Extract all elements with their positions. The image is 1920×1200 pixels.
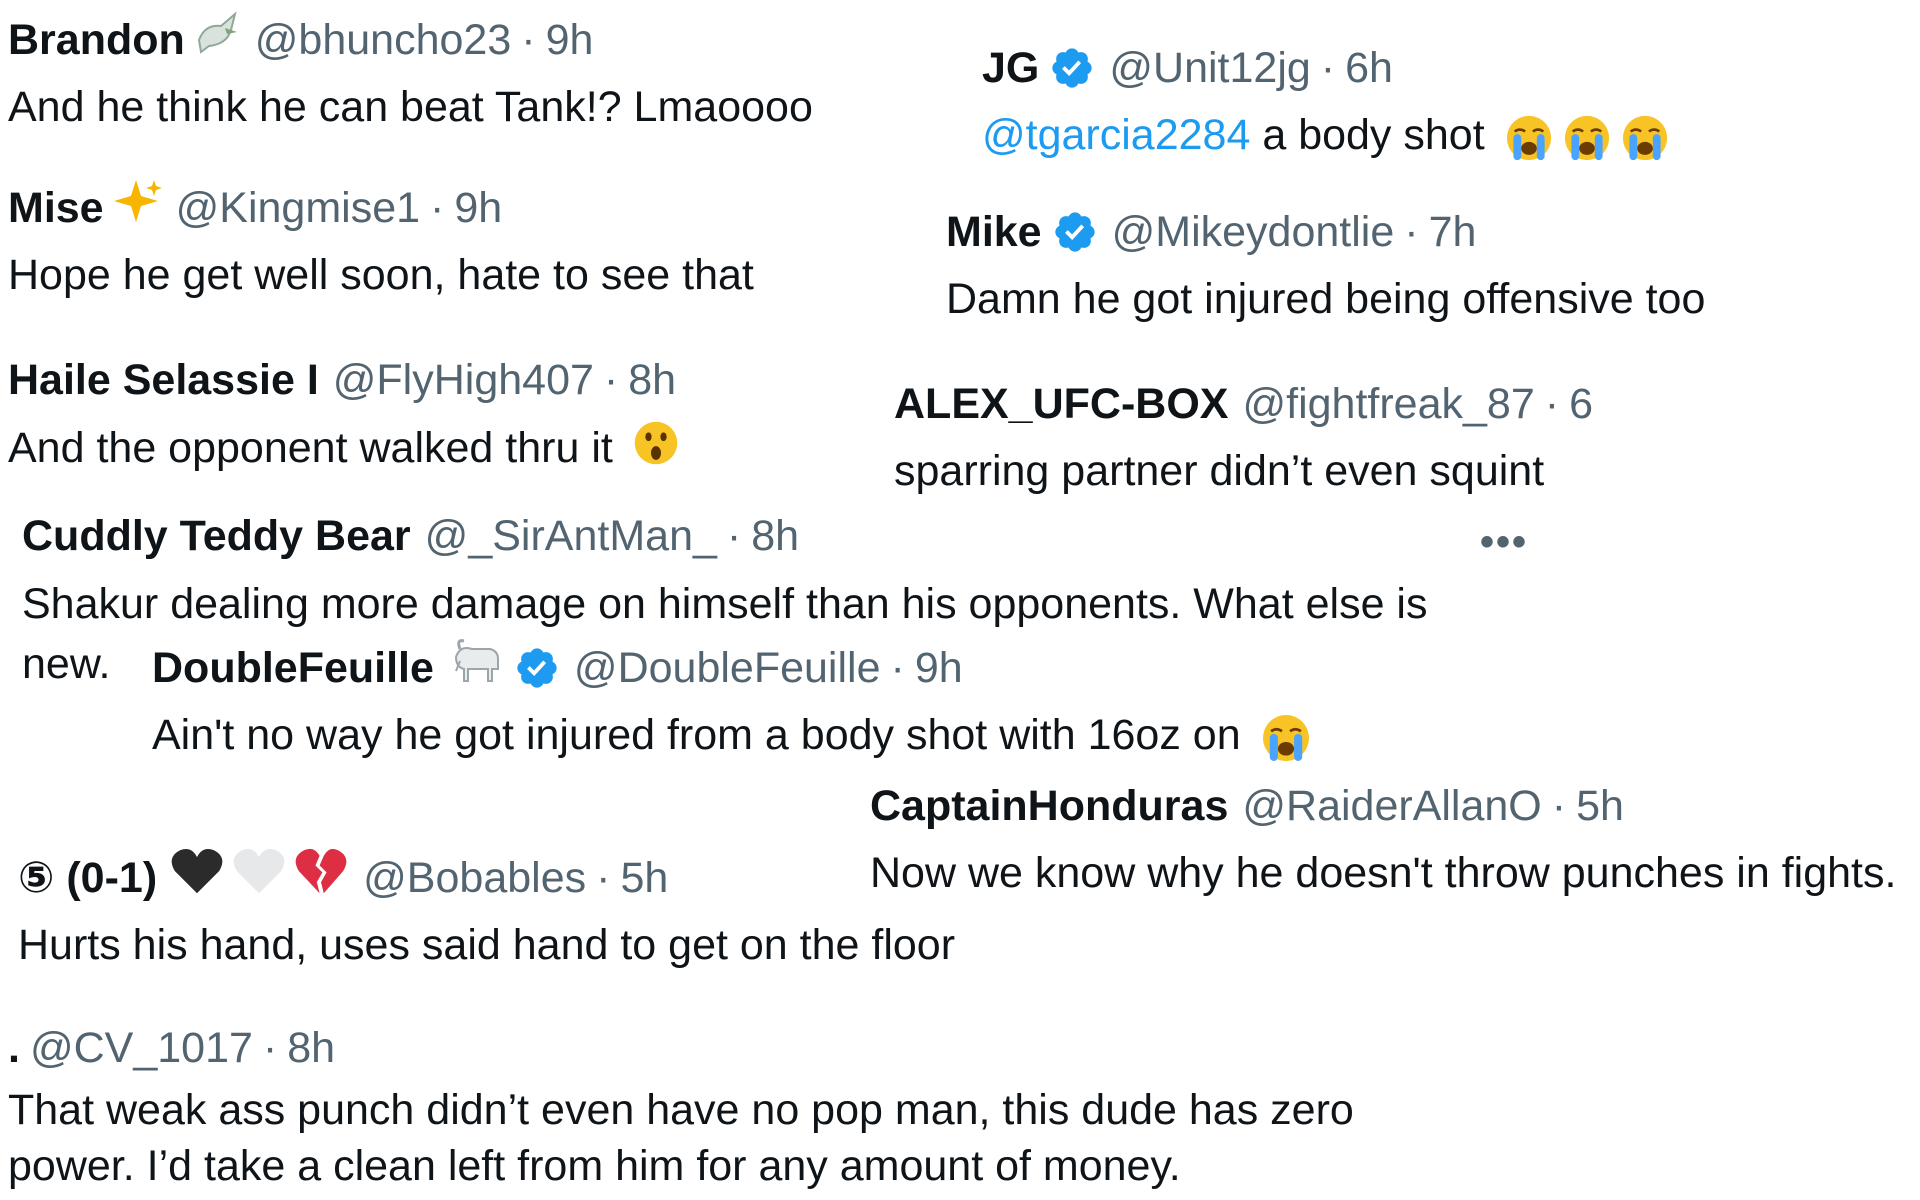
- timestamp[interactable]: 8h: [628, 352, 676, 408]
- tweet-header: JG @Unit12jg · 6h: [982, 40, 1671, 96]
- user-handle[interactable]: @FlyHigh407: [333, 352, 594, 408]
- tweet-header: CaptainHonduras @RaiderAllanO · 5h: [870, 778, 1896, 834]
- tweet-brandon[interactable]: Brandon @bhuncho23 · 9h And he think he …: [8, 10, 813, 136]
- separator: ·: [1544, 380, 1560, 428]
- user-handle[interactable]: @RaiderAllanO: [1242, 778, 1541, 834]
- verified-badge-icon: [514, 645, 560, 691]
- timestamp[interactable]: 6: [1569, 376, 1593, 432]
- user-handle[interactable]: @CV_1017: [30, 1020, 253, 1076]
- tweet-header: . @CV_1017 · 8h: [8, 1020, 1408, 1076]
- tweet-doublefeuille[interactable]: DoubleFeuille @DoubleFeuille · 9h Ain't …: [148, 639, 1313, 765]
- broken-heart-emoji-icon: [293, 846, 349, 910]
- display-name[interactable]: Haile Selassie I: [8, 352, 319, 408]
- tweet-header: Mike @Mikeydontlie · 7h: [946, 204, 1705, 260]
- timestamp[interactable]: 5h: [620, 850, 668, 906]
- tweet-mise[interactable]: Mise @Kingmise1 · 9h Hope he get well so…: [8, 180, 754, 304]
- tweet-body: Ain't no way he got injured from a body …: [152, 706, 1313, 765]
- separator: ·: [890, 644, 905, 692]
- tweet-header: Mise @Kingmise1 · 9h: [8, 180, 754, 236]
- crying-face-emoji-icon: [1259, 711, 1313, 765]
- tweet-cv-1017[interactable]: . @CV_1017 · 8h That weak ass punch didn…: [8, 1020, 1408, 1194]
- separator: ·: [596, 854, 611, 902]
- timestamp[interactable]: 9h: [546, 12, 594, 68]
- separator: ·: [603, 356, 619, 404]
- tweet-header: DoubleFeuille @DoubleFeuille · 9h: [152, 639, 1313, 696]
- user-handle[interactable]: @DoubleFeuille: [574, 640, 881, 696]
- separator: ·: [1404, 208, 1419, 256]
- user-handle[interactable]: @Mikeydontlie: [1112, 204, 1395, 260]
- sparkles-emoji-icon: [110, 176, 162, 240]
- display-name[interactable]: .: [8, 1020, 20, 1076]
- display-name[interactable]: Cuddly Teddy Bear: [22, 508, 411, 564]
- timestamp[interactable]: 8h: [287, 1020, 335, 1076]
- tweet-header: ⑤ (0-1) @Bobables · 5h: [18, 848, 955, 906]
- tweet-text: Ain't no way he got injured from a body …: [152, 711, 1241, 759]
- timestamp[interactable]: 7h: [1429, 204, 1477, 260]
- separator: ·: [1320, 44, 1336, 92]
- display-name[interactable]: CaptainHonduras: [870, 778, 1228, 834]
- display-name[interactable]: ALEX_UFC-BOX: [894, 376, 1228, 432]
- tweet-header: Brandon @bhuncho23 · 9h: [8, 10, 813, 70]
- separator: ·: [430, 184, 445, 232]
- tweet-header: Cuddly Teddy Bear @_SirAntMan_ · 8h: [22, 508, 1502, 564]
- tweet-body: @tgarcia2284 a body shot: [982, 106, 1671, 164]
- timestamp[interactable]: 9h: [915, 640, 963, 696]
- separator: ·: [726, 512, 742, 560]
- separator: ·: [521, 16, 536, 64]
- tweet-bobables[interactable]: ⑤ (0-1) @Bobables · 5h Hurts his hand, u…: [18, 848, 956, 974]
- black-heart-emoji-icon: [169, 846, 225, 910]
- tweet-captainhonduras[interactable]: CaptainHonduras @RaiderAllanO · 5h Now w…: [870, 778, 1896, 902]
- more-options-icon[interactable]: •••: [1480, 520, 1528, 565]
- user-handle[interactable]: @fightfreak_87: [1242, 376, 1534, 432]
- user-handle[interactable]: @Bobables: [363, 850, 586, 906]
- crying-face-emoji-icon: [1503, 112, 1555, 164]
- tweet-jg[interactable]: JG @Unit12jg · 6h @tgarcia2284 a body sh…: [982, 40, 1671, 164]
- timestamp[interactable]: 6h: [1345, 40, 1393, 96]
- white-heart-emoji-icon: [231, 846, 287, 910]
- display-name[interactable]: Mise: [8, 180, 104, 236]
- crying-face-emoji-icon: [1561, 112, 1613, 164]
- user-handle[interactable]: @Kingmise1: [176, 180, 420, 236]
- verified-badge-icon: [1052, 209, 1098, 255]
- separator: ·: [1551, 782, 1567, 830]
- tweet-alex-ufc-box[interactable]: ALEX_UFC-BOX @fightfreak_87 · 6 sparring…: [894, 376, 1593, 500]
- display-name[interactable]: Mike: [946, 204, 1042, 260]
- timestamp[interactable]: 9h: [454, 180, 502, 236]
- display-name[interactable]: JG: [982, 40, 1039, 96]
- tweet-mike[interactable]: Mike @Mikeydontlie · 7h Damn he got inju…: [946, 204, 1705, 328]
- tweet-haile-selassie[interactable]: Haile Selassie I @FlyHigh407 · 8h And th…: [8, 352, 681, 483]
- user-handle[interactable]: @Unit12jg: [1109, 40, 1310, 96]
- tweet-text: Damn he got injured being offensive too: [946, 275, 1706, 323]
- display-name[interactable]: DoubleFeuille: [152, 640, 434, 696]
- user-handle[interactable]: @bhuncho23: [255, 12, 511, 68]
- tweet-text: And he think he can beat Tank!? Lmaoooo: [8, 83, 813, 131]
- timestamp[interactable]: 8h: [751, 508, 799, 564]
- separator: ·: [262, 1024, 278, 1072]
- display-name[interactable]: ⑤ (0-1): [18, 850, 157, 906]
- goat-emoji-icon: [446, 635, 504, 701]
- tweet-text: Now we know why he doesn't throw punches…: [870, 849, 1897, 897]
- tweet-text: Hope he get well soon, hate to see that: [8, 251, 754, 299]
- timestamp[interactable]: 5h: [1576, 778, 1624, 834]
- tweet-text: sparring partner didn’t even squint: [894, 447, 1545, 495]
- astonished-face-emoji-icon: [631, 418, 681, 483]
- mention-link[interactable]: @tgarcia2284: [982, 111, 1250, 159]
- tweet-header: Haile Selassie I @FlyHigh407 · 8h: [8, 352, 681, 408]
- dove-emoji-icon: [191, 10, 241, 70]
- tweet-header: ALEX_UFC-BOX @fightfreak_87 · 6: [894, 376, 1593, 432]
- tweet-text: Hurts his hand, uses said hand to get on…: [18, 921, 956, 969]
- crying-face-emoji-icon: [1619, 112, 1671, 164]
- user-handle[interactable]: @_SirAntMan_: [425, 508, 717, 564]
- tweet-text: And the opponent walked thru it: [8, 423, 613, 472]
- display-name[interactable]: Brandon: [8, 12, 185, 68]
- tweet-body: And the opponent walked thru it: [8, 418, 681, 483]
- tweet-text: That weak ass punch didn’t even have no …: [8, 1086, 1354, 1190]
- tweet-text: a body shot: [1262, 111, 1485, 159]
- verified-badge-icon: [1049, 45, 1095, 91]
